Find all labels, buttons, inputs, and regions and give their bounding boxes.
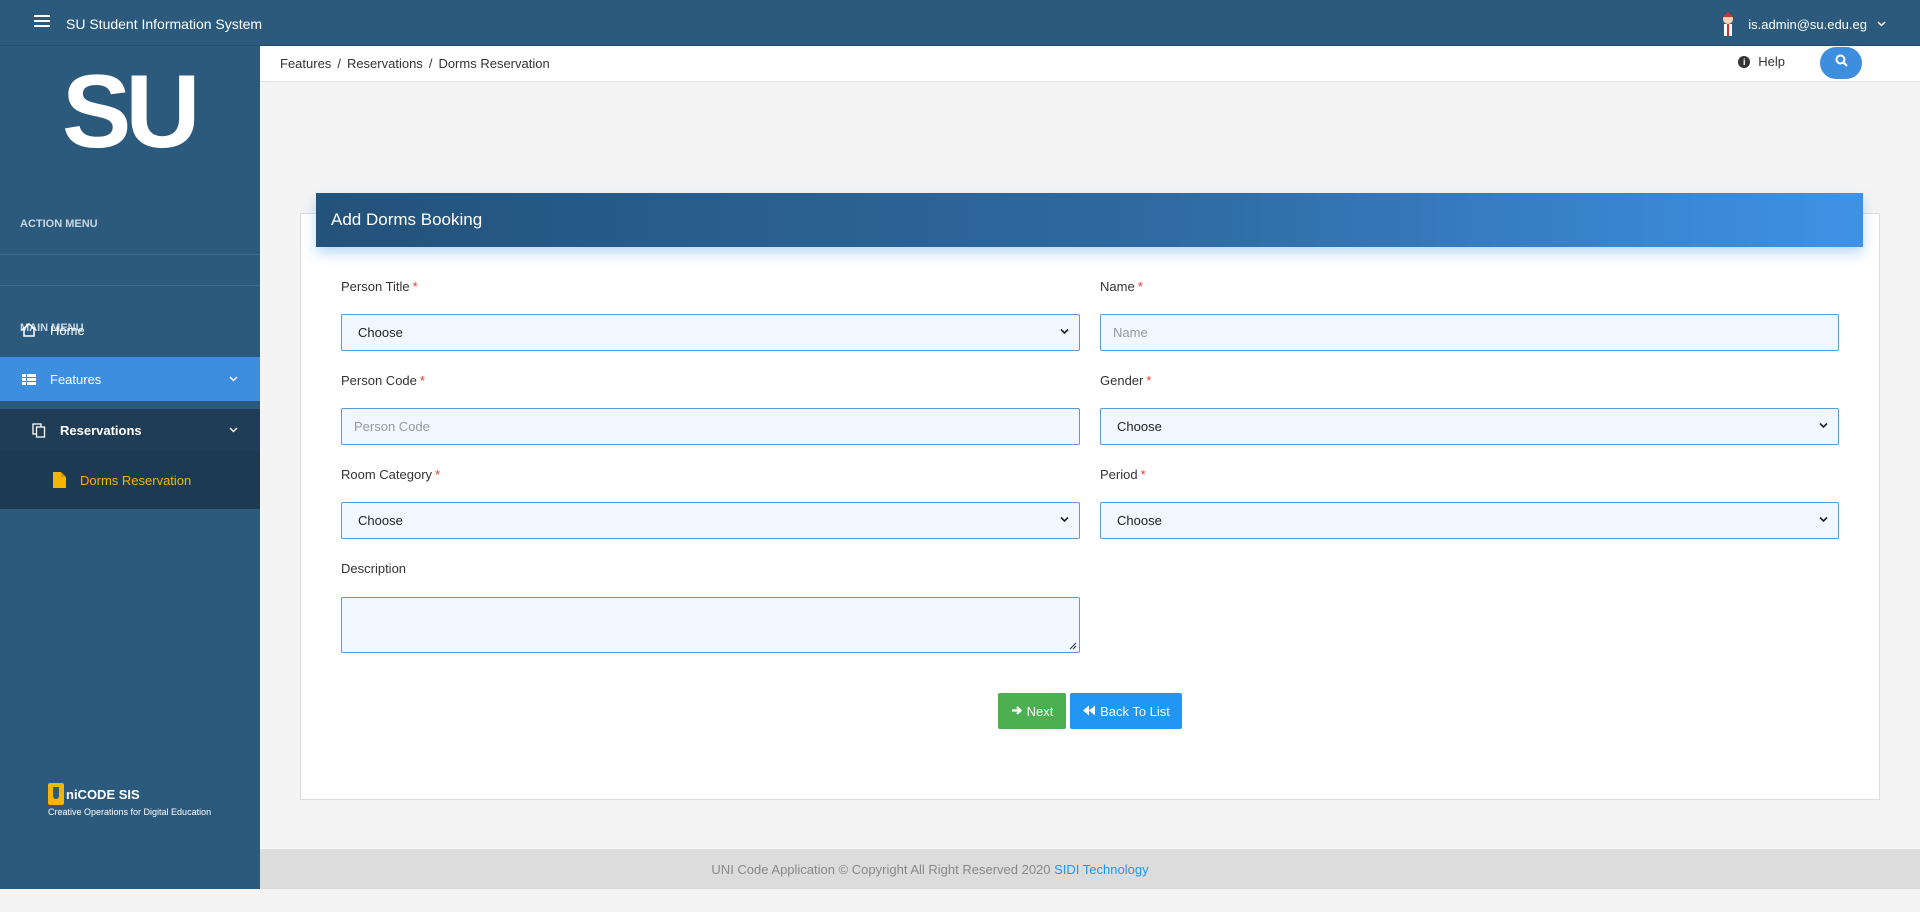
name-label: Name * [1100,279,1143,294]
footer-text: UNI Code Application © Copyright All Rig… [711,862,1051,877]
chevron-down-icon [229,373,238,385]
search-button[interactable] [1820,47,1862,79]
person-title-select[interactable]: Choose [341,314,1080,351]
bottom-strip [0,889,1920,912]
required-mark: * [412,279,418,294]
resize-handle-icon[interactable] [1068,641,1077,650]
top-bar: SU Student Information System is.admin@s… [0,0,1920,46]
app-title: SU Student Information System [66,16,263,32]
required-mark: * [1137,279,1143,294]
next-label: Next [1026,703,1054,719]
chevron-down-icon [1819,422,1828,429]
form-title: Add Dorms Booking [316,193,1863,247]
brand-title: niCODE SIS [66,786,140,802]
name-input[interactable]: Name [1100,314,1839,351]
label-text: Person Title [341,279,410,294]
breadcrumb: Features / Reservations / Dorms Reservat… [280,56,550,71]
info-icon: i [1738,55,1751,68]
sidebar-item-features[interactable]: Features [0,357,260,401]
placeholder: Person Code [354,419,430,434]
help-link[interactable]: i Help [1738,54,1785,69]
select-value: Choose [1117,419,1162,434]
footer-link[interactable]: SIDI Technology [1054,862,1148,877]
file-icon [50,472,68,488]
chevron-down-icon [1060,516,1069,523]
divider [0,254,260,255]
gender-select[interactable]: Choose [1100,408,1839,445]
label-text: Period [1100,467,1138,482]
breadcrumb-separator: / [337,56,341,71]
room-category-select[interactable]: Choose [341,502,1080,539]
period-select[interactable]: Choose [1100,502,1839,539]
breadcrumb-features[interactable]: Features [280,56,331,71]
copy-icon [30,422,48,438]
breadcrumb-reservations[interactable]: Reservations [347,56,423,71]
user-avatar-icon [1718,12,1738,36]
description-label: Description [341,561,407,576]
select-value: Choose [358,513,403,528]
back-label: Back To List [1100,703,1170,719]
arrow-right-icon [1011,704,1023,719]
required-mark: * [419,373,425,388]
breadcrumb-separator: / [428,56,433,71]
user-menu[interactable]: is.admin@su.edu.eg [1718,12,1886,36]
chevron-down-icon [229,424,238,436]
description-textarea[interactable] [341,597,1080,653]
period-label: Period * [1100,467,1146,482]
divider [0,285,260,286]
breadcrumb-bar: Features / Reservations / Dorms Reservat… [260,46,1920,82]
room-category-label: Room Category * [341,467,440,482]
label-text: Person Code [341,373,417,388]
unicode-sis-brand: niCODE SIS Creative Operations for Digit… [48,783,211,817]
brand-subtitle: Creative Operations for Digital Educatio… [48,807,212,817]
sidebar-item-label: Features [50,371,102,387]
footer: UNI Code Application © Copyright All Rig… [260,849,1920,889]
required-mark: * [1146,373,1152,388]
sidebar-item-label: Home [50,322,85,338]
footer-copyright: UNI Code Application © Copyright All Rig… [260,862,1600,877]
sidebar-item-reservations[interactable]: Reservations [0,409,260,451]
person-code-label: Person Code * [341,373,425,388]
label-text: Room Category [341,467,433,482]
action-menu-label: ACTION MENU [20,218,98,230]
gender-label: Gender * [1100,373,1151,388]
select-value: Choose [358,325,403,340]
required-mark: * [435,467,441,482]
person-title-label: Person Title * [341,279,418,294]
chevron-down-icon [1819,516,1828,523]
grid-icon [20,373,38,385]
sidebar-item-label: Dorms Reservation [80,472,192,488]
next-button[interactable]: Next [998,693,1066,729]
placeholder: Name [1113,325,1148,340]
sidebar-item-dorms-reservation[interactable]: Dorms Reservation [0,460,260,500]
sidebar-item-label: Reservations [60,422,142,438]
fast-backward-icon [1082,704,1096,719]
required-mark: * [1140,467,1146,482]
search-icon [1835,54,1848,72]
menu-toggle-icon[interactable] [34,15,50,29]
sidebar-item-home[interactable]: Home [0,308,260,352]
label-text: Gender [1100,373,1144,388]
person-code-input[interactable]: Person Code [341,408,1080,445]
label-text: Name [1100,279,1135,294]
breadcrumb-current: Dorms Reservation [438,56,550,71]
chevron-down-icon [1877,19,1886,30]
home-icon [20,323,38,337]
back-to-list-button[interactable]: Back To List [1070,693,1182,729]
help-label: Help [1758,54,1785,69]
select-value: Choose [1117,513,1162,528]
chevron-down-icon [1060,328,1069,335]
unicode-logo-icon [48,783,64,805]
user-email: is.admin@su.edu.eg [1748,16,1867,32]
su-logo: SU [62,54,201,170]
